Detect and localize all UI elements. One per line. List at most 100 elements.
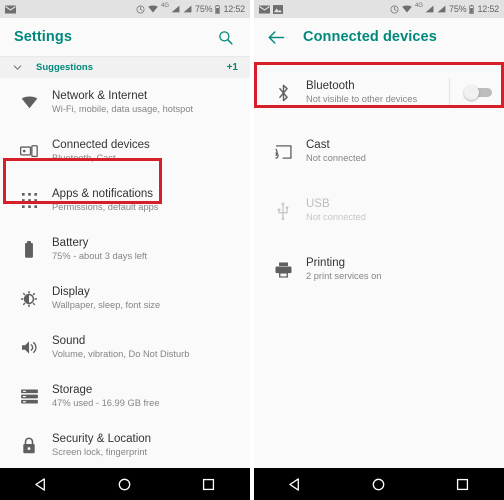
settings-item-text: Sound Volume, vibration, Do Not Disturb — [52, 334, 189, 361]
item-subtitle: Permissions, default apps — [52, 202, 159, 212]
chevron-down-icon — [13, 65, 22, 70]
item-title: Display — [52, 286, 90, 298]
connected-devices-app-bar: Connected devices — [254, 18, 504, 56]
device-item-cast[interactable]: Cast Not connected — [254, 127, 504, 176]
sync-circle-icon — [390, 5, 399, 13]
item-subtitle: Not connected — [306, 153, 366, 163]
device-item-usb: USB Not connected — [254, 186, 504, 235]
settings-list: Network & Internet Wi-Fi, mobile, data u… — [0, 78, 250, 468]
settings-item-text: Display Wallpaper, sleep, font size — [52, 285, 160, 312]
settings-item-network-internet[interactable]: Network & Internet Wi-Fi, mobile, data u… — [0, 78, 250, 127]
item-subtitle: Screen lock, fingerprint — [52, 447, 148, 457]
device-item-text: Printing 2 print services on — [306, 256, 381, 283]
item-subtitle: Volume, vibration, Do Not Disturb — [52, 349, 190, 359]
settings-app-bar: Settings — [0, 18, 250, 56]
item-subtitle: 75% - about 3 days left — [52, 251, 148, 261]
sound-icon — [12, 340, 46, 355]
item-subtitle: 2 print services on — [306, 271, 382, 281]
battery-percent-label: 75% — [449, 4, 467, 14]
device-item-text: USB Not connected — [306, 197, 366, 224]
status-bar-indicators-right: 4G 75% 12:52 — [390, 3, 499, 14]
device-item-text: Bluetooth Not visible to other devices — [306, 79, 417, 106]
settings-item-text: Storage 47% used - 16.99 GB free — [52, 383, 160, 410]
settings-item-sound[interactable]: Sound Volume, vibration, Do Not Disturb — [0, 323, 250, 372]
bluetooth-toggle-container — [449, 77, 492, 108]
brightness-icon — [12, 290, 46, 307]
network-type-label: 4G — [415, 3, 424, 9]
settings-item-storage[interactable]: Storage 47% used - 16.99 GB free — [0, 372, 250, 421]
network-type-label: 4G — [161, 3, 170, 9]
settings-item-text: Security & Location Screen lock, fingerp… — [52, 432, 151, 459]
status-bar-notifications-left — [5, 5, 16, 14]
settings-item-text: Apps & notifications Permissions, defaul… — [52, 187, 158, 214]
nav-back-button[interactable] — [22, 468, 62, 500]
suggestions-label: Suggestions — [36, 62, 94, 73]
item-title: Apps & notifications — [52, 188, 154, 200]
bluetooth-toggle-switch[interactable] — [464, 85, 492, 100]
navigation-bar-right — [254, 468, 504, 500]
status-bar-notifications-right — [259, 4, 283, 14]
status-bar-right: 4G 75% 12:52 — [254, 0, 504, 18]
item-title: Cast — [306, 139, 330, 151]
battery-icon — [469, 4, 475, 14]
settings-item-apps-notifications[interactable]: Apps & notifications Permissions, defaul… — [0, 176, 250, 225]
nav-home-button[interactable] — [105, 468, 145, 500]
item-title: Connected devices — [52, 139, 150, 151]
settings-item-connected-devices[interactable]: Connected devices Bluetooth, Cast — [0, 127, 250, 176]
signal-bars-icon — [425, 5, 434, 13]
device-item-text: Cast Not connected — [306, 138, 366, 165]
item-title: Security & Location — [52, 433, 152, 445]
right-phone-screen: 4G 75% 12:52 Connected devices Bluetooth — [254, 0, 504, 500]
search-button[interactable] — [214, 26, 236, 48]
wifi-icon — [148, 5, 158, 13]
item-subtitle: Not connected — [306, 212, 366, 222]
suggestions-count-badge: +1 — [226, 62, 238, 73]
device-item-bluetooth[interactable]: Bluetooth Not visible to other devices — [254, 68, 504, 117]
nav-home-button[interactable] — [359, 468, 399, 500]
toggle-divider-wrap — [449, 77, 492, 108]
item-title: Network & Internet — [52, 90, 148, 102]
connected-devices-icon — [12, 144, 46, 159]
nav-recents-button[interactable] — [442, 468, 482, 500]
page-title: Connected devices — [303, 29, 437, 45]
arrow-back-icon — [268, 30, 285, 44]
item-subtitle: Wi-Fi, mobile, data usage, hotspot — [52, 104, 194, 114]
settings-item-battery[interactable]: Battery 75% - about 3 days left — [0, 225, 250, 274]
settings-item-display[interactable]: Display Wallpaper, sleep, font size — [0, 274, 250, 323]
printer-icon — [266, 261, 300, 278]
status-bar-left: 4G 75% 12:52 — [0, 0, 250, 18]
dual-screenshot-container: 4G 75% 12:52 Settings Suggestions +1 Net… — [0, 0, 504, 500]
item-title: Sound — [52, 335, 86, 347]
page-title: Settings — [14, 29, 72, 45]
nav-home-circle-icon — [373, 478, 385, 490]
search-icon — [218, 30, 233, 45]
nav-back-triangle-icon — [289, 477, 300, 491]
status-bar-indicators-left: 4G 75% 12:52 — [136, 3, 245, 14]
item-title: USB — [306, 198, 330, 210]
signal-bars-icon — [171, 5, 180, 13]
settings-item-security-location[interactable]: Security & Location Screen lock, fingerp… — [0, 421, 250, 468]
mail-icon — [5, 5, 16, 13]
connected-devices-list: Bluetooth Not visible to other devices C… — [254, 56, 504, 468]
nav-recents-square-icon — [202, 478, 214, 490]
nav-recents-square-icon — [456, 478, 468, 490]
wifi-icon — [12, 96, 46, 109]
mail-icon — [259, 5, 270, 13]
sync-circle-icon — [136, 5, 145, 13]
item-title: Bluetooth — [306, 80, 355, 92]
device-item-printing[interactable]: Printing 2 print services on — [254, 245, 504, 294]
back-button[interactable] — [268, 30, 285, 45]
item-subtitle: Not visible to other devices — [306, 94, 418, 104]
item-title: Battery — [52, 237, 89, 249]
item-subtitle: 47% used - 16.99 GB free — [52, 398, 160, 408]
settings-item-text: Battery 75% - about 3 days left — [52, 236, 147, 263]
usb-icon — [266, 201, 300, 220]
nav-recents-button[interactable] — [188, 468, 228, 500]
nav-back-button[interactable] — [276, 468, 316, 500]
battery-percent-label: 75% — [195, 4, 213, 14]
nav-back-triangle-icon — [35, 477, 46, 491]
item-subtitle: Bluetooth, Cast — [52, 153, 116, 163]
suggestions-header[interactable]: Suggestions +1 — [0, 56, 250, 78]
item-subtitle: Wallpaper, sleep, font size — [52, 300, 161, 310]
toggle-thumb — [464, 85, 479, 100]
